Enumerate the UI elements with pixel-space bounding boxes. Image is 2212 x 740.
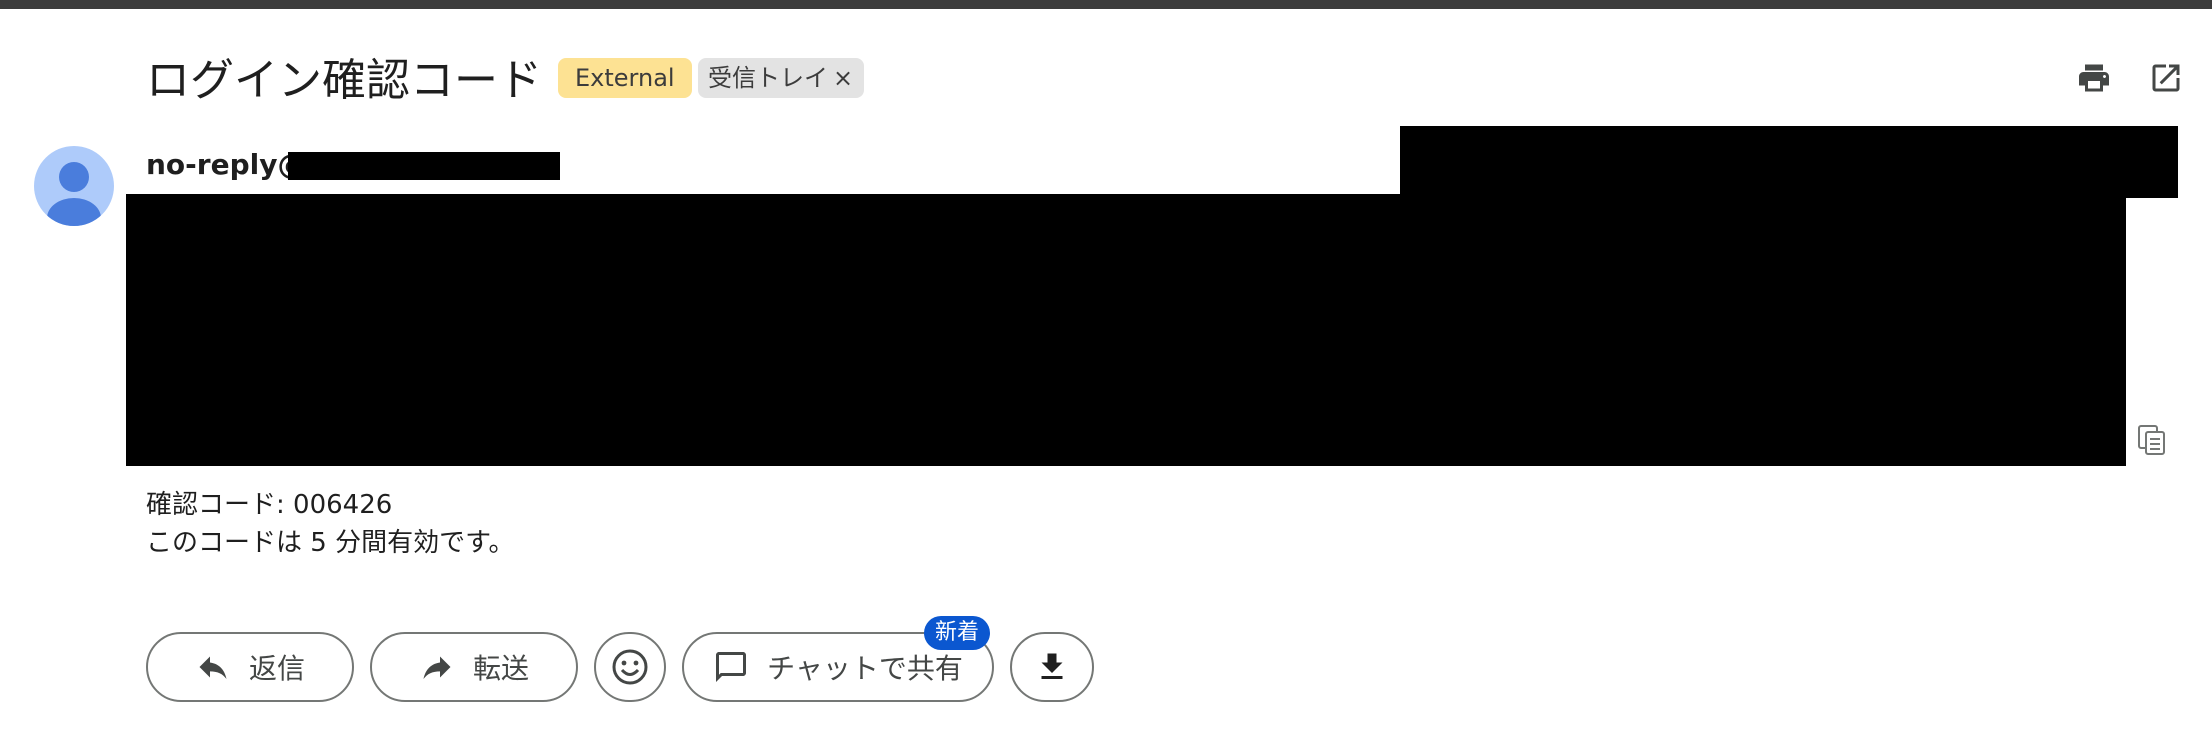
forward-label: 転送 <box>472 652 529 685</box>
copy-icon <box>2138 425 2165 455</box>
redacted-sender <box>288 152 560 180</box>
window-top-bar <box>0 0 2212 9</box>
remove-label-button[interactable]: × <box>828 58 858 98</box>
copy-button[interactable] <box>2132 420 2172 460</box>
emoji-reaction-button[interactable] <box>594 632 666 702</box>
open-in-new-window-button[interactable] <box>2142 54 2190 102</box>
print-icon <box>2079 64 2109 92</box>
forward-button[interactable]: 転送 <box>370 632 578 702</box>
external-label-chip: External <box>558 58 692 98</box>
download-icon <box>1041 653 1063 679</box>
redacted-recipients <box>126 194 2126 466</box>
smiley-icon <box>612 649 648 685</box>
reply-label: 返信 <box>248 652 305 685</box>
inbox-label-text: 受信トレイ <box>708 64 828 92</box>
body-line-code: 確認コード: 006426 <box>146 490 393 520</box>
reply-button[interactable]: 返信 <box>146 632 354 702</box>
redacted-header-details <box>1400 126 2178 198</box>
avatar <box>34 146 114 226</box>
chat-icon <box>713 649 749 685</box>
forward-icon <box>419 649 455 685</box>
new-badge: 新着 <box>924 616 991 650</box>
person-icon <box>47 162 101 226</box>
inbox-label-chip: 受信トレイ × <box>698 58 864 98</box>
open-in-new-icon <box>2152 64 2180 92</box>
email-subject: ログイン確認コード <box>146 55 542 106</box>
print-button[interactable] <box>2070 54 2118 102</box>
reply-icon <box>195 649 231 685</box>
body-line-validity: このコードは 5 分間有効です。 <box>146 528 515 558</box>
share-in-chat-label: チャットで共有 <box>767 652 963 685</box>
sender-address: no-reply@ <box>146 148 306 181</box>
download-button[interactable] <box>1010 632 1094 702</box>
